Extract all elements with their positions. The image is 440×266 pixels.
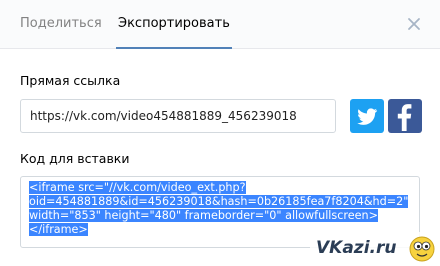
embed-code-label: Код для вставки — [20, 151, 130, 166]
twitter-icon — [350, 99, 384, 133]
tab-export[interactable]: Экспортировать — [116, 0, 232, 49]
direct-link-input[interactable]: https://vk.com/video454881889_456239018 — [20, 99, 336, 133]
embed-code-text[interactable]: <iframe src="//vk.com/video_ext.php? oid… — [29, 181, 411, 237]
direct-link-label: Прямая ссылка — [20, 73, 121, 88]
smiley-face-icon — [409, 236, 435, 262]
tab-bar: Поделиться Экспортировать — [0, 0, 440, 49]
embed-code-line: </iframe> — [29, 223, 88, 236]
facebook-share-button[interactable] — [388, 99, 422, 133]
embed-code-line: <iframe src="//vk.com/video_ext.php? — [29, 181, 246, 194]
close-icon[interactable] — [406, 16, 422, 32]
watermark-text: VKazi.ru — [316, 238, 397, 258]
twitter-share-button[interactable] — [350, 99, 384, 133]
watermark: VKazi.ru — [310, 232, 440, 266]
embed-code-line: width="853" height="480" frameborder="0"… — [29, 209, 378, 222]
facebook-icon — [388, 99, 422, 133]
tab-share[interactable]: Поделиться — [20, 0, 102, 48]
embed-code-line: oid=454881889&id=456239018&hash=0b26185f… — [29, 195, 409, 208]
